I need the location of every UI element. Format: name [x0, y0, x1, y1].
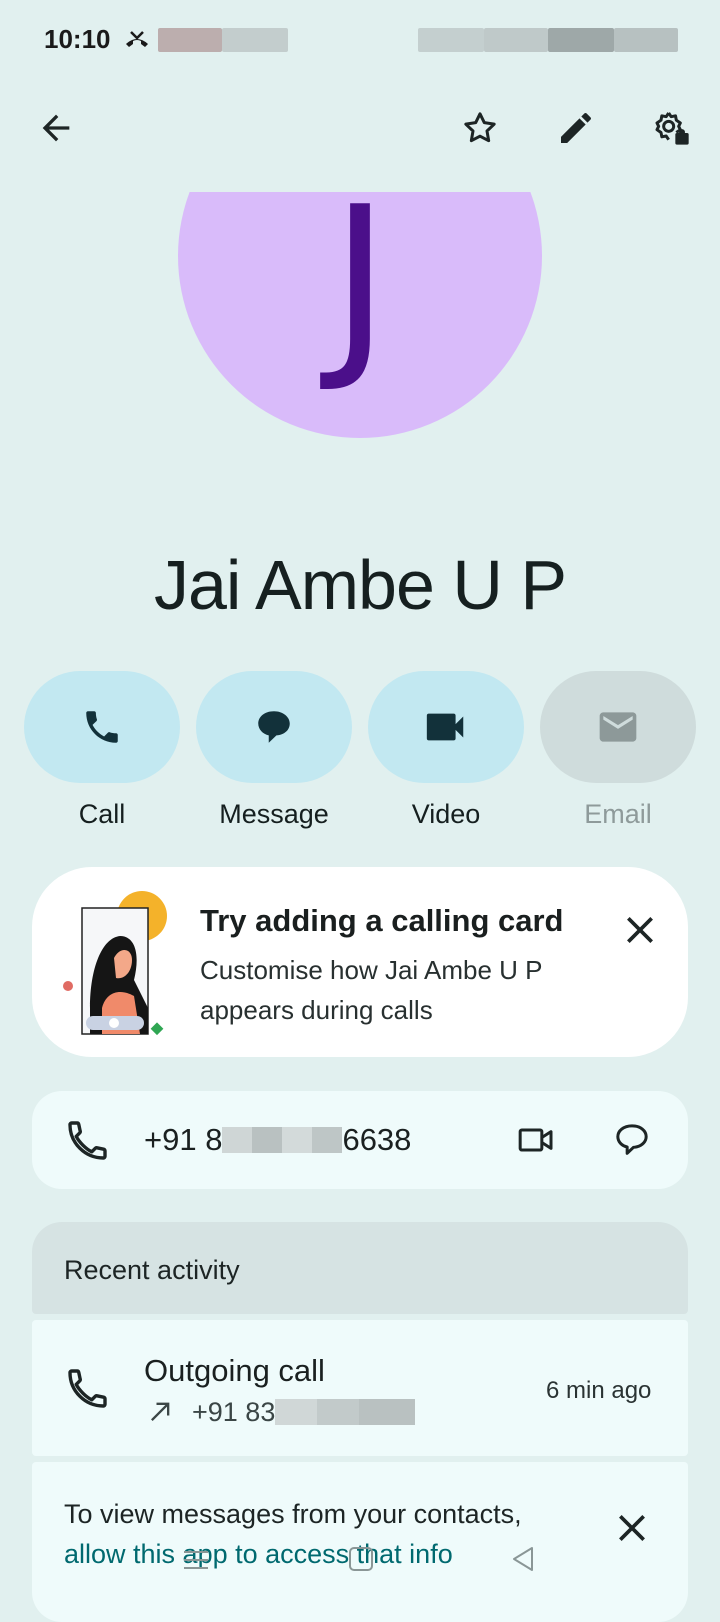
video-action[interactable]: Video — [368, 671, 524, 830]
arrow-back-icon — [42, 114, 70, 142]
call-number-prefix: +91 83 — [192, 1397, 276, 1427]
video-button[interactable] — [368, 671, 524, 783]
favorite-button[interactable] — [450, 98, 510, 158]
dismiss-permission-button[interactable] — [602, 1498, 662, 1558]
message-outline-icon — [616, 1124, 648, 1155]
video-icon — [426, 713, 464, 741]
missed-call-icon — [126, 31, 148, 47]
status-time: 10:10 — [44, 24, 111, 54]
email-label: Email — [584, 799, 652, 829]
avatar-container: J — [0, 192, 720, 502]
phone-number-prefix: +91 8 — [144, 1122, 223, 1157]
avatar-initial: J — [330, 192, 390, 397]
phone-outline-icon — [68, 1369, 107, 1408]
star-outline-icon — [464, 112, 496, 143]
recent-activity-title: Recent activity — [64, 1255, 240, 1285]
dismiss-calling-card-button[interactable] — [610, 900, 670, 960]
video-label: Video — [411, 799, 481, 829]
contact-settings-button[interactable] — [642, 98, 702, 158]
pencil-icon — [561, 113, 591, 143]
contact-name: Jai Ambe U P — [153, 546, 567, 624]
close-icon — [627, 917, 653, 943]
email-icon — [599, 712, 637, 742]
message-icon — [258, 711, 290, 743]
email-button — [540, 671, 696, 783]
call-time: 6 min ago — [546, 1377, 652, 1404]
message-button[interactable] — [196, 671, 352, 783]
call-number-redacted — [275, 1399, 416, 1425]
back-button[interactable] — [26, 98, 86, 158]
phone-number-redacted — [222, 1127, 343, 1153]
avatar[interactable]: J — [178, 192, 542, 438]
edit-button[interactable] — [546, 98, 606, 158]
message-action[interactable]: Message — [196, 671, 352, 830]
permission-link[interactable]: allow this app to access that info — [64, 1534, 522, 1574]
home-nav-icon[interactable] — [346, 1544, 376, 1574]
calling-card-body: Customise how Jai Ambe U P appears durin… — [200, 955, 542, 1025]
video-outline-icon — [518, 1128, 553, 1152]
call-label: Call — [78, 799, 126, 829]
outgoing-arrow-icon — [151, 1402, 170, 1421]
permission-message: To view messages from your contacts, — [64, 1499, 522, 1529]
phone-number-suffix: 6638 — [342, 1122, 412, 1157]
settings-account-icon — [655, 112, 689, 145]
call-number: +91 83 — [192, 1397, 416, 1428]
permission-text: To view messages from your contacts, all… — [64, 1494, 522, 1574]
message-number-button[interactable] — [602, 1110, 662, 1170]
call-type: Outgoing call — [144, 1353, 325, 1388]
phone-icon — [86, 711, 118, 743]
recents-nav-icon[interactable] — [180, 1546, 212, 1574]
phone-number[interactable]: +91 8 6638 — [144, 1122, 411, 1158]
video-call-number-button[interactable] — [506, 1110, 566, 1170]
message-label: Message — [219, 799, 329, 829]
phone-outline-icon — [68, 1121, 107, 1160]
calling-card-title: Try adding a calling card — [200, 903, 564, 938]
email-action: Email — [540, 671, 696, 830]
call-action[interactable]: Call — [24, 671, 180, 830]
calling-card-illustration — [63, 891, 167, 1036]
back-nav-icon[interactable] — [508, 1544, 538, 1574]
call-button[interactable] — [24, 671, 180, 783]
close-icon — [619, 1515, 645, 1541]
